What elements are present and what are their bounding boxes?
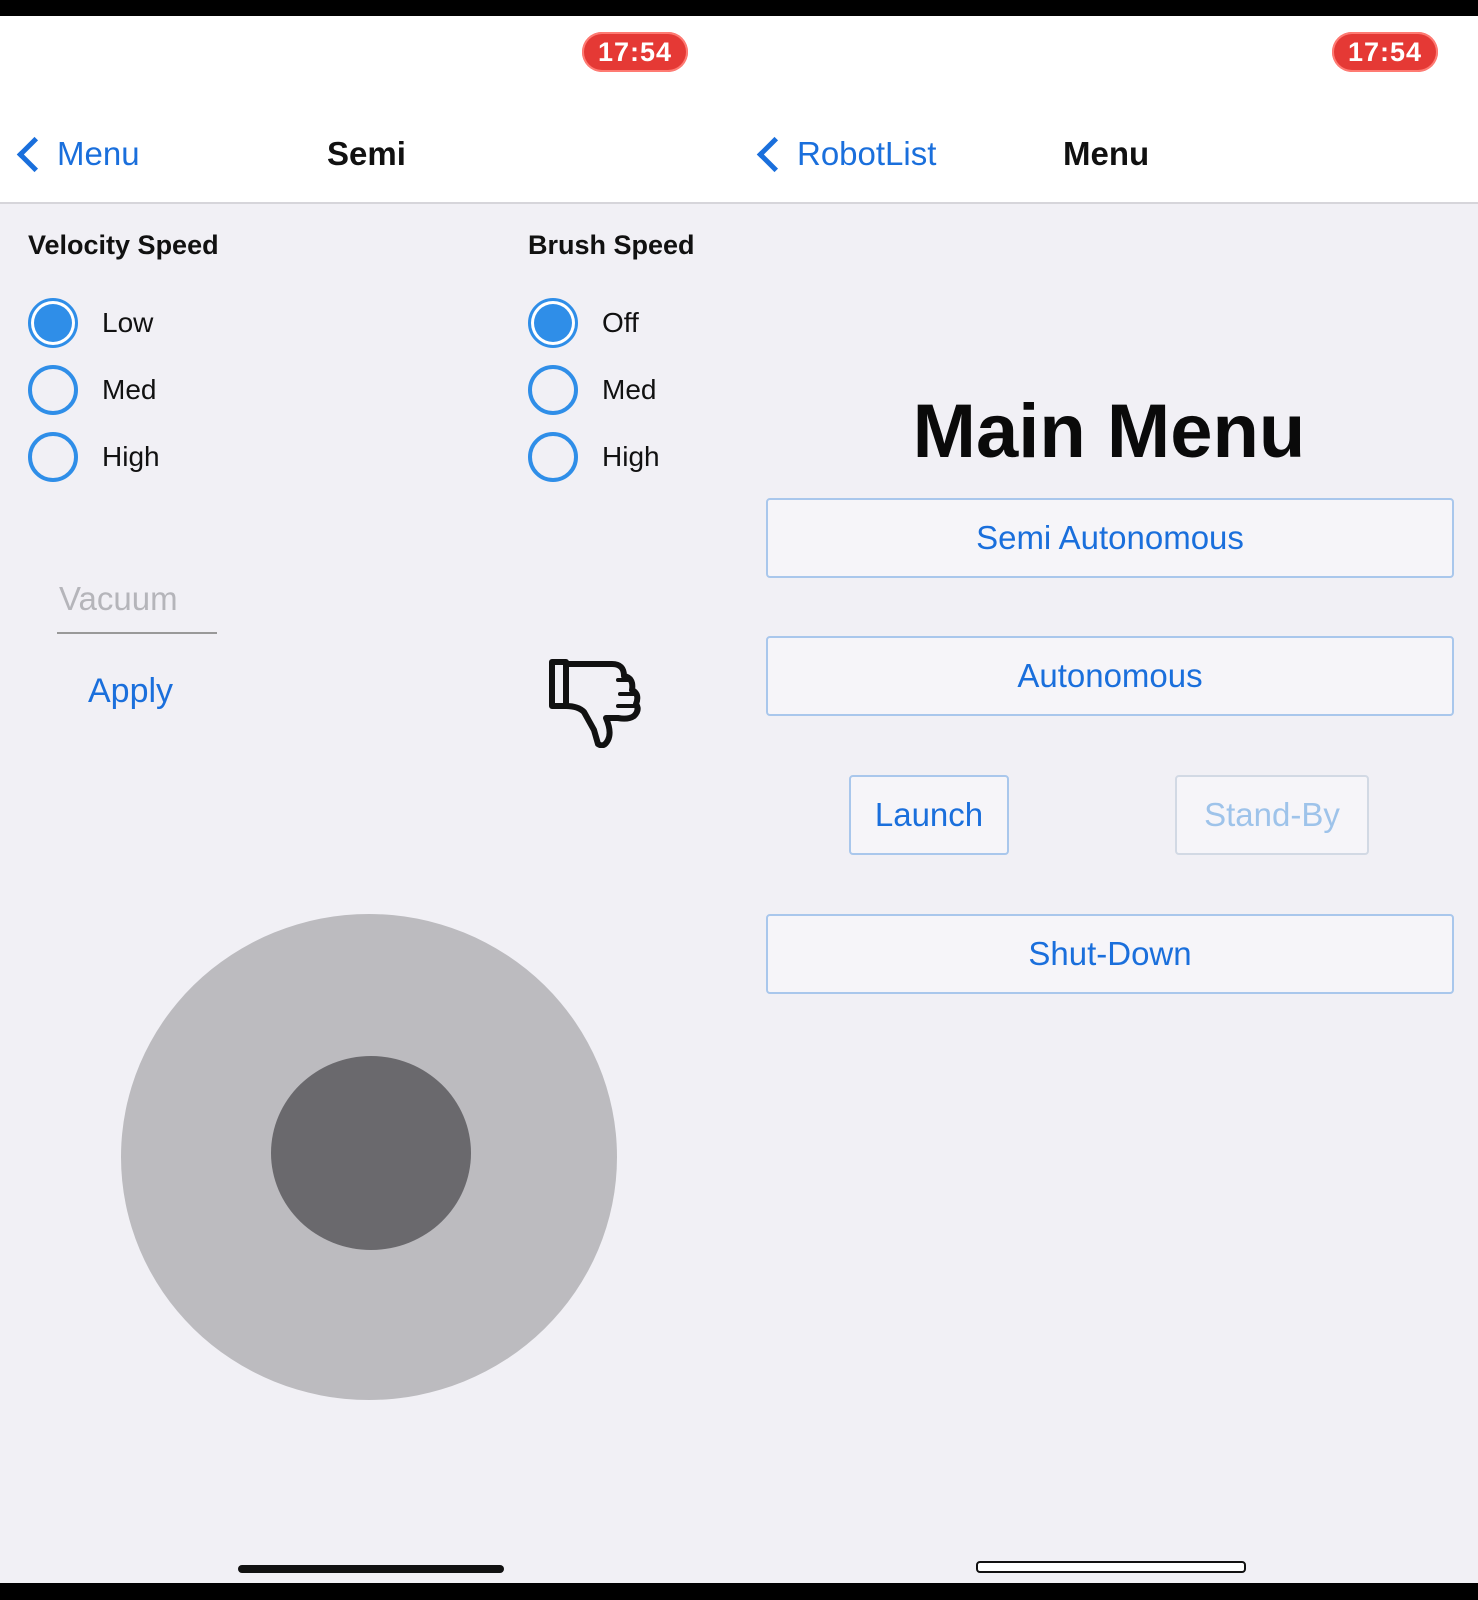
- home-indicator: [238, 1565, 504, 1573]
- radio-unselected[interactable]: [528, 365, 578, 415]
- home-indicator: [976, 1561, 1246, 1573]
- brush-option-high[interactable]: High: [528, 432, 660, 482]
- radio-label: Off: [602, 307, 639, 338]
- radio-label: Med: [102, 374, 157, 405]
- semi-autonomous-button[interactable]: Semi Autonomous: [766, 498, 1454, 578]
- app-frame: 17:54 Menu Semi Velocity Speed Low Med H…: [0, 0, 1478, 1600]
- velocity-speed-title: Velocity Speed: [28, 230, 219, 260]
- radio-label: Low: [102, 307, 154, 338]
- semi-screen: 17:54 Menu Semi Velocity Speed Low Med H…: [0, 16, 740, 1583]
- nav-bar: Menu Semi: [0, 106, 740, 204]
- back-label: RobotList: [797, 135, 937, 172]
- joystick-knob[interactable]: [271, 1056, 471, 1250]
- radio-selected[interactable]: [528, 298, 578, 348]
- shut-down-button[interactable]: Shut-Down: [766, 914, 1454, 994]
- radio-unselected[interactable]: [528, 432, 578, 482]
- launch-button[interactable]: Launch: [849, 775, 1009, 855]
- velocity-option-low[interactable]: Low: [28, 298, 153, 348]
- chevron-left-icon: [16, 136, 53, 172]
- brush-speed-title: Brush Speed: [528, 230, 695, 260]
- velocity-option-high[interactable]: High: [28, 432, 160, 482]
- status-time: 17:54: [1332, 32, 1439, 72]
- back-button[interactable]: Menu: [12, 134, 140, 174]
- brush-option-med[interactable]: Med: [528, 365, 656, 415]
- radio-label: High: [102, 441, 160, 472]
- back-label: Menu: [57, 135, 140, 172]
- page-title: Semi: [327, 135, 406, 172]
- radio-selected[interactable]: [28, 298, 78, 348]
- radio-label: High: [602, 441, 660, 472]
- radio-label: Med: [602, 374, 657, 405]
- main-menu-heading: Main Menu: [912, 389, 1306, 474]
- page-title: Menu: [1063, 135, 1150, 172]
- brush-option-off[interactable]: Off: [528, 298, 639, 348]
- apply-button[interactable]: Apply: [88, 672, 173, 711]
- radio-unselected[interactable]: [28, 432, 78, 482]
- vacuum-input[interactable]: [57, 574, 217, 634]
- main-menu-screen: 17:54 RobotList Menu Main Menu Semi Auto…: [740, 16, 1478, 1583]
- status-bar: 17:54: [0, 16, 740, 106]
- back-button[interactable]: RobotList: [752, 134, 936, 174]
- nav-bar: RobotList Menu: [740, 106, 1478, 204]
- thumbs-down-icon: [549, 659, 641, 748]
- velocity-option-med[interactable]: Med: [28, 365, 156, 415]
- radio-unselected[interactable]: [28, 365, 78, 415]
- chevron-left-icon: [756, 136, 793, 172]
- autonomous-button[interactable]: Autonomous: [766, 636, 1454, 716]
- status-bar: 17:54: [740, 16, 1478, 106]
- stand-by-button[interactable]: Stand-By: [1175, 775, 1369, 855]
- status-time: 17:54: [582, 32, 689, 72]
